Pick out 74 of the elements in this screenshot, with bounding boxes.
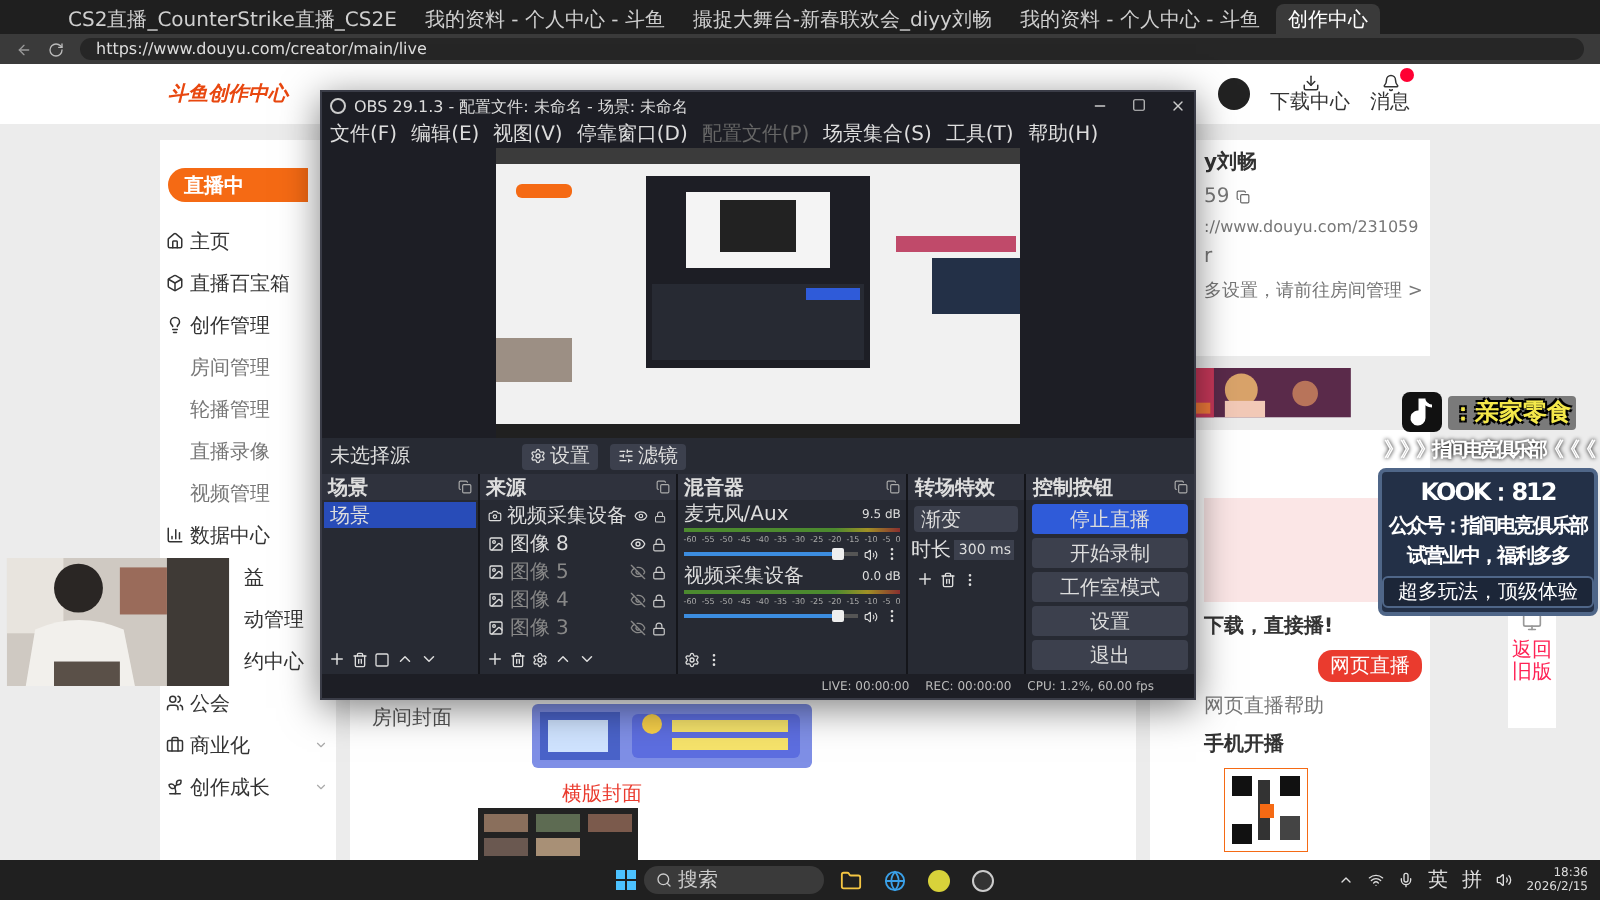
control-button[interactable]: 设置 xyxy=(1032,606,1188,636)
overlay-text: 公众号：指间电竞俱乐部 xyxy=(1389,512,1587,540)
source-item[interactable]: 图像 4 xyxy=(481,586,674,614)
overlay-text: KOOK：812 xyxy=(1420,476,1556,510)
help-link[interactable]: 网页直播帮助 xyxy=(1204,692,1422,720)
streamer-name: y刘畅 xyxy=(1204,148,1260,176)
browser-tab[interactable]: CS2直播_CounterStrike直播_CS2E xyxy=(56,4,409,34)
section-label: 房间封面 xyxy=(372,705,452,732)
room-url: ://www.douyu.com/231059 xyxy=(1204,218,1422,236)
control-button[interactable]: 退出 xyxy=(1032,640,1188,670)
dock-title: 混音器 xyxy=(683,474,744,501)
browser-tab[interactable]: 我的资料 - 个人中心 - 斗鱼 xyxy=(412,4,677,34)
nav-label[interactable]: 直播百宝箱 xyxy=(190,269,290,297)
dock-title: 转场特效 xyxy=(914,475,995,501)
input-method-indicator[interactable]: 英 xyxy=(1428,866,1449,894)
overlay-footer: 超多玩法，顶级体验 xyxy=(1382,576,1594,608)
nav-label[interactable]: 直播录像 xyxy=(190,437,270,465)
dock-title: 来源 xyxy=(485,475,526,501)
menu-item[interactable]: 帮助(H) xyxy=(1027,119,1099,147)
source-item[interactable]: 视频采集设备 xyxy=(481,502,674,530)
nav-label[interactable]: 创作管理 xyxy=(190,311,270,339)
search-field[interactable]: 搜索 xyxy=(644,866,824,894)
download-title: 下载，直接播! xyxy=(1204,613,1336,640)
duration-label: 时长 xyxy=(910,537,951,564)
control-button[interactable]: 停止直播 xyxy=(1032,504,1188,534)
filters-button[interactable]: 滤镜 xyxy=(610,443,686,469)
header-link[interactable]: 下载中心 xyxy=(1270,74,1350,114)
profile-text: r xyxy=(1204,246,1215,268)
channel-name: 麦克风/Aux xyxy=(683,504,789,526)
web-live-button[interactable]: 网页直播 xyxy=(1318,650,1422,682)
header-link[interactable]: 消息 xyxy=(1370,74,1410,114)
menu-item[interactable]: 场景集合(S) xyxy=(823,119,932,147)
nav-label[interactable]: 商业化 xyxy=(190,731,250,759)
source-item[interactable]: 图像 5 xyxy=(481,558,674,586)
section-title: 手机开播 xyxy=(1204,731,1286,758)
section-label: 横版封面 xyxy=(562,781,644,808)
overlay-text: ：亲家零食 xyxy=(1447,395,1575,429)
address-bar[interactable]: https://www.douyu.com/creator/main/live xyxy=(80,38,1584,60)
scene-item[interactable]: 场景 xyxy=(324,502,476,528)
room-id: 59 xyxy=(1204,186,1422,208)
nav-label[interactable]: 数据中心 xyxy=(190,521,270,549)
nav-label[interactable]: 主页 xyxy=(190,227,230,255)
source-item[interactable]: 图像 8 xyxy=(481,530,674,558)
menu-item[interactable]: 编辑(E) xyxy=(411,119,480,147)
nav-label[interactable]: 动管理 xyxy=(244,605,304,633)
control-button[interactable]: 开始录制 xyxy=(1032,538,1188,568)
window-title: OBS 29.1.3 - 配置文件: 未命名 - 场景: 未命名 xyxy=(354,95,689,117)
nav-label[interactable]: 房间管理 xyxy=(190,353,270,381)
menu-item[interactable]: 文件(F) xyxy=(330,119,398,147)
dock-title: 场景 xyxy=(328,475,368,501)
transition-select[interactable]: 渐变 xyxy=(914,506,1019,532)
control-button[interactable]: 工作室模式 xyxy=(1032,572,1188,602)
browser-tab[interactable]: 撮捉大舞台-新春联欢会_diyy刘畅 xyxy=(680,4,1004,34)
logo: 斗鱼创作中心 xyxy=(168,80,288,108)
nav-label[interactable]: 轮播管理 xyxy=(190,395,270,423)
input-method-indicator[interactable]: 拼 xyxy=(1462,866,1483,894)
overlay-text: 试营业中，福利多多 xyxy=(1407,543,1569,570)
menu-item[interactable]: 视图(V) xyxy=(493,119,563,147)
menu-item[interactable]: 工具(T) xyxy=(945,119,1014,147)
source-item[interactable]: 图像 3 xyxy=(481,614,674,642)
settings-button[interactable]: 设置 xyxy=(522,443,598,469)
channel-name: 视频采集设备 xyxy=(683,566,804,588)
dock-title: 控制按钮 xyxy=(1032,475,1113,501)
nav-label[interactable]: 益 xyxy=(244,563,264,591)
nav-label[interactable]: 视频管理 xyxy=(190,479,270,507)
nav-label[interactable]: 创作成长 xyxy=(190,773,270,801)
browser-tab[interactable]: 我的资料 - 个人中心 - 斗鱼 xyxy=(1007,4,1272,34)
menu-item[interactable]: 停靠窗口(D) xyxy=(576,119,688,147)
overlay-text: 》》》指间电竞俱乐部《《《 xyxy=(1384,436,1592,464)
source-status: 未选择源 xyxy=(330,443,410,470)
browser-tab[interactable]: 创作中心 xyxy=(1275,4,1380,34)
nav-label[interactable]: 公会 xyxy=(190,689,230,717)
nav-label[interactable]: 约中心 xyxy=(244,647,304,675)
room-settings-link[interactable]: 多设置，请前往房间管理 > xyxy=(1204,278,1422,304)
